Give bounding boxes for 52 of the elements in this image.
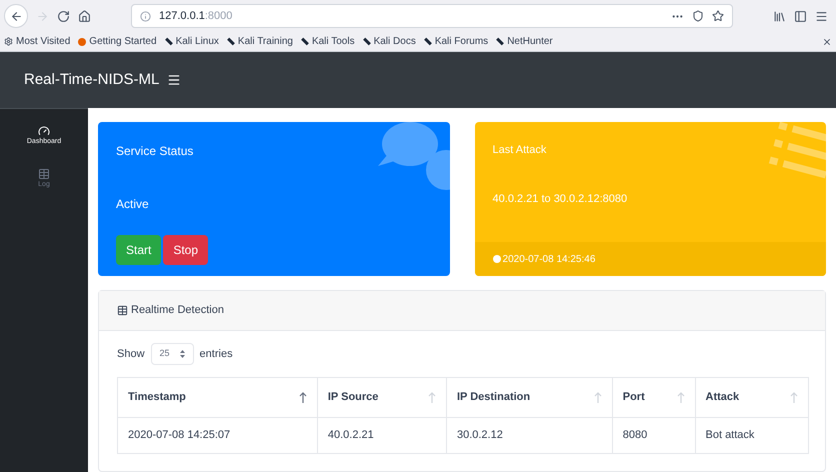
card-title: Realtime Detection — [131, 303, 224, 318]
table-cell: 8080 — [612, 418, 695, 454]
sort-icon — [428, 392, 436, 404]
page-size-select[interactable]: 25 — [150, 343, 194, 365]
back-button[interactable] — [4, 4, 28, 28]
bookmark-link[interactable]: Kali Tools — [300, 34, 355, 49]
back-arrow-icon — [10, 10, 22, 22]
sort-icon — [594, 392, 602, 404]
column-header[interactable]: Port — [612, 378, 695, 418]
close-icon[interactable] — [822, 36, 832, 46]
column-header[interactable]: Timestamp — [118, 378, 318, 418]
bookmark-star-icon[interactable] — [712, 10, 724, 22]
table-icon — [38, 168, 50, 180]
home-icon[interactable] — [78, 10, 91, 22]
url-text: 127.0.0.1:8000 — [159, 8, 232, 24]
card-title: Service Status — [116, 143, 194, 160]
brand-title[interactable]: Real-Time-NIDS-ML — [24, 68, 160, 92]
stop-button[interactable]: Stop — [163, 235, 208, 265]
sort-icon — [790, 392, 798, 404]
bookmark-link[interactable]: Kali Forums — [424, 34, 488, 49]
gauge-icon — [38, 125, 50, 137]
card-title: Last Attack — [492, 143, 548, 158]
table-cell: 40.0.2.21 — [317, 418, 446, 454]
column-header[interactable]: Attack — [695, 378, 808, 418]
library-icon[interactable] — [773, 10, 786, 22]
service-status: Active — [116, 196, 150, 213]
bookmark-link[interactable]: Kali Training — [226, 34, 293, 49]
reload-icon[interactable] — [57, 10, 70, 22]
column-header[interactable]: IP Destination — [446, 378, 612, 418]
bookmark-link[interactable]: Kali Linux — [164, 34, 219, 49]
attack-time: 2020-07-08 14:25:46 — [502, 252, 596, 266]
bookmark-link[interactable]: Getting Started — [78, 34, 157, 49]
sort-icon — [298, 392, 307, 404]
bookmark-link[interactable]: Most Visited — [4, 34, 70, 49]
attack-detail: 40.0.2.21 to 30.0.2.12:8080 — [492, 192, 628, 206]
bookmark-link[interactable]: NetHunter — [496, 34, 553, 49]
caret-icon — [180, 350, 185, 358]
sort-icon — [676, 392, 684, 404]
entries-label: entries — [200, 346, 233, 362]
table-cell: Bot attack — [695, 418, 808, 454]
table-cell: 2020-07-08 14:25:07 — [118, 418, 318, 454]
column-header[interactable]: IP Source — [317, 378, 446, 418]
sidebar-icon[interactable] — [794, 10, 807, 22]
bookmark-link[interactable]: Kali Docs — [362, 34, 416, 49]
table-icon — [117, 305, 128, 316]
menu-icon[interactable] — [815, 10, 828, 22]
url-field[interactable]: 127.0.0.1:8000 — [131, 4, 733, 28]
gear-icon — [4, 37, 13, 46]
show-label: Show — [117, 346, 145, 362]
menu-icon[interactable] — [167, 73, 182, 87]
info-icon — [140, 10, 151, 22]
table-cell: 30.0.2.12 — [446, 418, 612, 454]
